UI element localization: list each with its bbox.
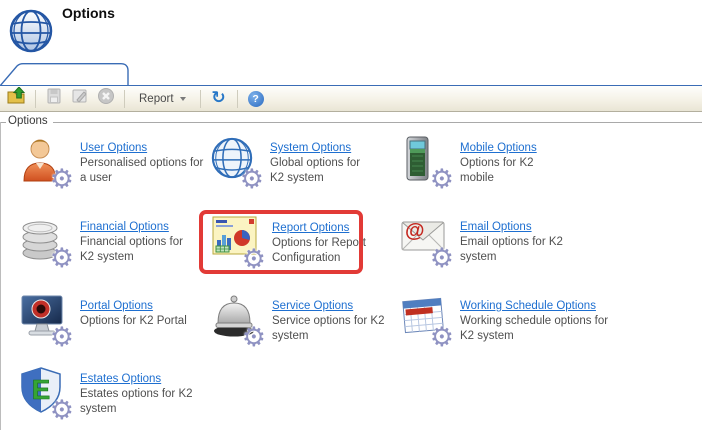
edit-icon <box>71 87 89 110</box>
gear-icon: ⚙ <box>430 324 454 351</box>
gear-icon: ⚙ <box>50 166 74 193</box>
save-icon <box>45 87 63 110</box>
report-dropdown-button[interactable]: Report <box>131 88 194 109</box>
help-button[interactable]: ? <box>244 88 268 109</box>
option-item-estates: E ⚙ Estates Options Estates options for … <box>20 367 205 417</box>
option-item-mobile: ⚙ Mobile Options Options for K2 mobile <box>400 136 550 186</box>
at-glyph: @ <box>405 220 425 242</box>
app-globe-icon <box>8 8 54 59</box>
gear-icon: ⚙ <box>242 324 266 351</box>
option-item-system: ⚙ System Options Global options for K2 s… <box>210 136 375 186</box>
toolbar-separator <box>35 90 36 108</box>
estates-letter: E <box>32 374 51 405</box>
delete-icon <box>97 87 115 110</box>
groupbox-line <box>53 122 702 123</box>
option-item-financial: ⚙ Financial Options Financial options fo… <box>20 215 195 265</box>
globe-gear-icon[interactable]: ⚙ <box>210 136 258 184</box>
option-link[interactable]: Working Schedule Options <box>460 300 596 312</box>
groupbox-left-border <box>0 122 1 430</box>
groupbox-label: Options <box>8 115 48 127</box>
refresh-icon: ↻ <box>211 90 225 107</box>
option-link[interactable]: Service Options <box>272 300 353 312</box>
help-icon: ? <box>248 91 264 107</box>
option-item-service: ⚙ Service Options Service options for K2… <box>212 294 397 344</box>
report-dropdown-label: Report <box>139 93 174 105</box>
option-link[interactable]: Estates Options <box>80 373 161 385</box>
toolbar-separator <box>237 90 238 108</box>
option-link[interactable]: Email Options <box>460 221 532 233</box>
gear-icon: ⚙ <box>430 166 454 193</box>
save-button-disabled <box>42 88 66 109</box>
open-folder-button[interactable] <box>5 88 29 109</box>
option-desc: Global options for K2 system <box>270 156 375 186</box>
email-gear-icon[interactable]: @ ⚙ <box>400 215 448 263</box>
option-desc: Options for K2 mobile <box>460 156 550 186</box>
highlight-box <box>199 210 363 274</box>
option-item-portal: ⚙ Portal Options Options for K2 Portal <box>20 294 210 342</box>
option-item-user: ⚙ User Options Personalised options for … <box>20 136 210 186</box>
gear-icon: ⚙ <box>50 245 74 272</box>
option-desc: Service options for K2 system <box>272 314 397 344</box>
toolbar: Report ↻ ? <box>0 85 702 112</box>
option-item-working-schedule: ⚙ Working Schedule Options Working sched… <box>400 294 615 344</box>
refresh-button[interactable]: ↻ <box>207 88 231 109</box>
shield-gear-icon[interactable]: E ⚙ <box>20 367 68 415</box>
gear-icon: ⚙ <box>430 245 454 272</box>
edit-button-disabled <box>68 88 92 109</box>
folder-go-icon <box>7 87 27 110</box>
user-gear-icon[interactable]: ⚙ <box>20 136 68 184</box>
chevron-down-icon <box>180 97 186 101</box>
option-desc: Working schedule options for K2 system <box>460 314 615 344</box>
option-link[interactable]: System Options <box>270 142 351 154</box>
option-link[interactable]: Financial Options <box>80 221 169 233</box>
option-link[interactable]: Portal Options <box>80 300 153 312</box>
option-desc: Estates options for K2 system <box>80 387 205 417</box>
gear-icon: ⚙ <box>50 397 74 424</box>
option-desc: Options for K2 Portal <box>80 314 210 329</box>
bell-gear-icon[interactable]: ⚙ <box>212 294 260 342</box>
calendar-gear-icon[interactable]: ⚙ <box>400 294 448 342</box>
gear-icon: ⚙ <box>50 324 74 351</box>
options-page: Options <box>0 0 702 430</box>
option-link[interactable]: User Options <box>80 142 147 154</box>
option-desc: Financial options for K2 system <box>80 235 195 265</box>
monitor-gear-icon[interactable]: ⚙ <box>20 294 68 342</box>
page-title: Options <box>62 5 115 21</box>
mobile-gear-icon[interactable]: ⚙ <box>400 136 448 184</box>
toolbar-separator <box>124 90 125 108</box>
option-desc: Personalised options for a user <box>80 156 210 186</box>
option-item-email: @ ⚙ Email Options Email options for K2 s… <box>400 215 580 265</box>
delete-button-disabled <box>94 88 118 109</box>
gear-icon: ⚙ <box>240 166 264 193</box>
coins-gear-icon[interactable]: ⚙ <box>20 215 68 263</box>
toolbar-separator <box>200 90 201 108</box>
option-link[interactable]: Mobile Options <box>460 142 537 154</box>
option-desc: Email options for K2 system <box>460 235 580 265</box>
